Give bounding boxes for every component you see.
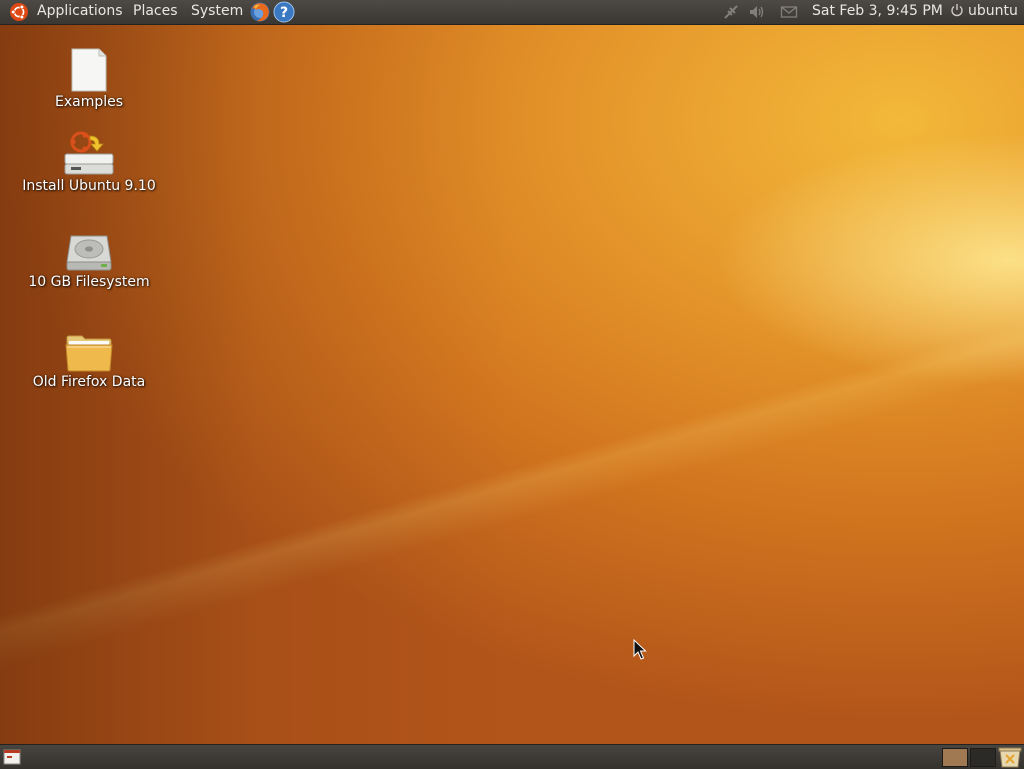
network-disconnected-icon[interactable]: [722, 3, 740, 21]
ubuntu-logo-icon[interactable]: [9, 2, 29, 22]
trash-icon[interactable]: [998, 746, 1022, 768]
workspace-2[interactable]: [970, 748, 996, 767]
help-icon[interactable]: ?: [273, 1, 295, 23]
power-icon: [951, 4, 963, 17]
firefox-icon[interactable]: [249, 1, 271, 23]
top-panel: Applications Places System ? Sat Feb 3, …: [0, 0, 1024, 25]
workspace-1[interactable]: [942, 748, 968, 767]
document-icon: [71, 48, 107, 92]
svg-text:?: ?: [280, 5, 288, 21]
desktop-icon-old-firefox-data[interactable]: Old Firefox Data: [14, 334, 164, 390]
applications-menu[interactable]: Applications: [31, 0, 129, 24]
desktop-icon-label: Install Ubuntu 9.10: [22, 178, 156, 194]
bottom-panel: [0, 744, 1024, 769]
desktop-icon-label: 10 GB Filesystem: [28, 274, 150, 290]
desktop-icon-examples[interactable]: Examples: [14, 48, 164, 110]
desktop-icon-label: Examples: [54, 94, 124, 110]
user-name: ubuntu: [968, 3, 1018, 19]
desktop-icon-label: Old Firefox Data: [32, 374, 146, 390]
volume-muted-icon[interactable]: [748, 3, 766, 21]
system-menu[interactable]: System: [185, 0, 249, 24]
desktop-icon-filesystem[interactable]: 10 GB Filesystem: [14, 234, 164, 290]
user-menu[interactable]: ubuntu: [950, 0, 1018, 24]
harddisk-icon: [66, 235, 112, 271]
folder-icon: [65, 335, 113, 372]
mail-icon[interactable]: [780, 3, 798, 21]
places-menu[interactable]: Places: [127, 0, 184, 24]
desktop-icon-install-ubuntu[interactable]: Install Ubuntu 9.10: [14, 130, 164, 194]
show-desktop-icon[interactable]: [3, 749, 21, 765]
installer-icon: [64, 131, 114, 175]
mouse-cursor-icon: [633, 639, 647, 660]
clock[interactable]: Sat Feb 3, 9:45 PM: [806, 0, 949, 24]
